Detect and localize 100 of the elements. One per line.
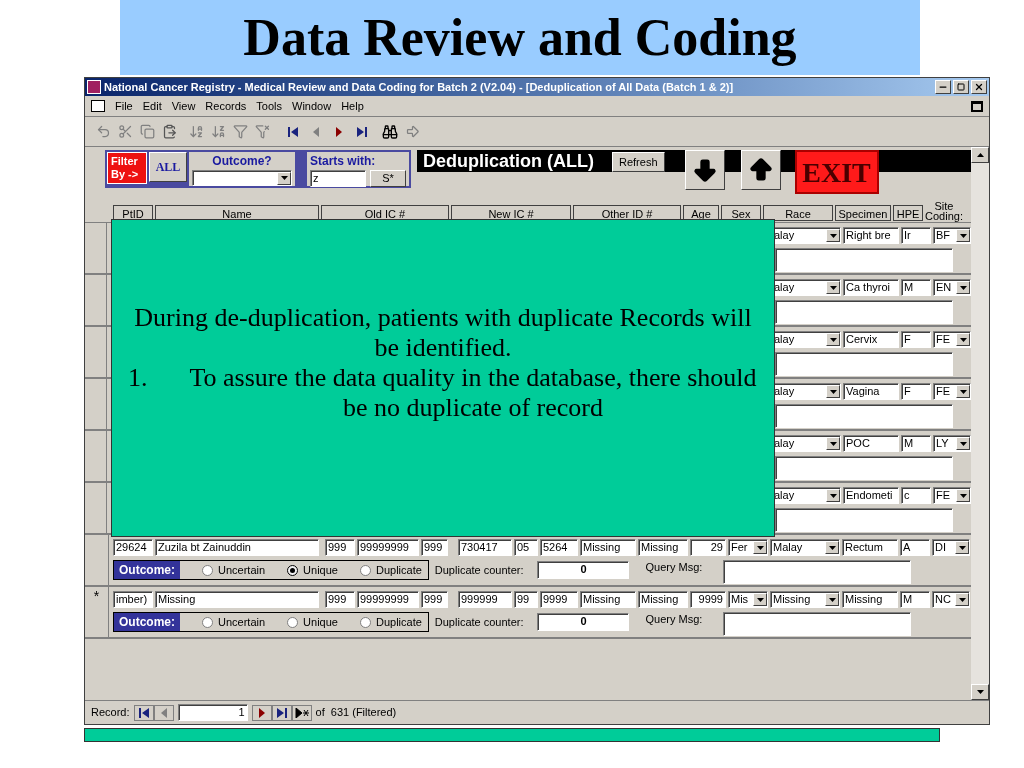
move-down-button[interactable] [684, 150, 725, 190]
race-dropdown[interactable]: Malay [770, 539, 840, 556]
first-record-icon[interactable] [287, 126, 299, 137]
move-up-button[interactable] [740, 150, 781, 190]
undo-icon[interactable] [96, 124, 111, 139]
menu-item[interactable]: Tools [256, 97, 282, 115]
scroll-up-icon[interactable] [971, 147, 989, 163]
specimen-field[interactable]: Cervix [843, 331, 899, 348]
menu-item[interactable]: View [171, 97, 196, 115]
hpe-field[interactable]: M [901, 279, 931, 296]
radio-button[interactable] [359, 564, 371, 576]
old-ic-field[interactable]: 99999999 [357, 539, 419, 556]
site-coding-dropdown[interactable]: FE [933, 383, 971, 400]
duplicate-counter-field[interactable]: 0 [537, 613, 630, 631]
minimize-button[interactable] [935, 80, 951, 94]
site-coding-dropdown[interactable]: NC [932, 591, 970, 608]
query-msg-field[interactable] [775, 352, 953, 376]
old-ic-field[interactable]: 999 [325, 539, 355, 556]
ptid-field[interactable]: 29624 [113, 539, 153, 556]
copy-icon[interactable] [140, 124, 155, 139]
record-number-field[interactable]: 1 [177, 704, 248, 721]
site-coding-dropdown[interactable]: EN [933, 279, 971, 296]
other-id-field[interactable]: Missing [580, 591, 636, 608]
old-ic-field[interactable]: 999 [325, 591, 355, 608]
starts-with-button[interactable]: S* [370, 170, 406, 187]
cut-icon[interactable] [118, 124, 133, 139]
hpe-field[interactable]: F [901, 331, 931, 348]
query-msg-field[interactable] [723, 560, 912, 584]
name-field[interactable]: Zuzila bt Zainuddin [155, 539, 319, 556]
radio-button[interactable] [287, 616, 299, 628]
sex-dropdown[interactable]: Mis [728, 591, 768, 608]
specimen-field[interactable]: Missing [842, 591, 898, 608]
query-msg-field[interactable] [723, 612, 912, 636]
new-ic-field[interactable]: 99 [514, 591, 538, 608]
ptid-field[interactable]: imber) [113, 591, 153, 608]
hpe-field[interactable]: M [901, 435, 931, 452]
menu-item[interactable]: File [115, 97, 133, 115]
scroll-down-icon[interactable] [971, 684, 989, 700]
query-msg-field[interactable] [775, 248, 953, 272]
other-id-field[interactable]: Missing [580, 539, 636, 556]
restore-button[interactable] [953, 80, 969, 94]
sort-ascending-icon[interactable] [189, 124, 204, 139]
refresh-button[interactable]: Refresh [612, 152, 665, 172]
last-record-icon[interactable] [356, 126, 368, 137]
hpe-field[interactable]: c [901, 487, 931, 504]
radio-button[interactable] [202, 616, 213, 628]
form-icon[interactable] [91, 100, 105, 112]
query-msg-field[interactable] [775, 404, 953, 428]
outcome-dropdown[interactable] [192, 170, 292, 186]
exit-button[interactable]: EXIT [794, 150, 879, 194]
all-button[interactable]: ALL [149, 152, 187, 182]
radio-button[interactable] [359, 616, 371, 628]
radio-button[interactable] [202, 564, 213, 576]
sex-dropdown[interactable]: Fer [728, 539, 768, 556]
hpe-field[interactable]: Ir [901, 227, 931, 244]
query-msg-field[interactable] [775, 456, 953, 480]
goto-icon[interactable] [405, 124, 420, 139]
name-field[interactable]: Missing [155, 591, 319, 608]
new-record-icon[interactable] [294, 707, 309, 718]
specimen-field[interactable]: Ca thyroi [843, 279, 899, 296]
age-field[interactable]: 9999 [690, 591, 726, 608]
specimen-field[interactable]: Endometi [843, 487, 899, 504]
site-coding-dropdown[interactable]: LY [933, 435, 971, 452]
vertical-scrollbar[interactable] [971, 147, 989, 700]
menu-item[interactable]: Help [341, 97, 364, 115]
new-ic-field[interactable]: 9999 [540, 591, 578, 608]
site-coding-dropdown[interactable]: FE [933, 487, 971, 504]
sort-descending-icon[interactable] [211, 124, 226, 139]
duplicate-counter-field[interactable]: 0 [537, 561, 630, 579]
last-record-icon[interactable] [275, 707, 288, 718]
old-ic-field[interactable]: 999 [421, 591, 448, 608]
specimen-field[interactable]: POC [843, 435, 899, 452]
hpe-field[interactable]: M [900, 591, 930, 608]
new-ic-field[interactable]: 05 [514, 539, 538, 556]
site-coding-dropdown[interactable]: BF [933, 227, 971, 244]
hpe-field[interactable]: F [901, 383, 931, 400]
specimen-field[interactable]: Vagina [843, 383, 899, 400]
menu-item[interactable]: Window [292, 97, 332, 115]
hpe-field[interactable]: A [900, 539, 930, 556]
age-field[interactable]: 29 [690, 539, 726, 556]
old-ic-field[interactable]: 99999999 [357, 591, 419, 608]
specimen-field[interactable]: Right bre [843, 227, 899, 244]
find-icon[interactable] [382, 123, 398, 140]
new-ic-field[interactable]: 730417 [458, 539, 512, 556]
old-ic-field[interactable]: 999 [421, 539, 448, 556]
menu-item[interactable]: Records [205, 97, 247, 115]
radio-button[interactable] [287, 564, 299, 576]
paste-icon[interactable] [162, 124, 177, 139]
site-coding-dropdown[interactable]: FE [933, 331, 971, 348]
query-msg-field[interactable] [775, 508, 953, 532]
restore-icon[interactable] [971, 100, 983, 112]
specimen-field[interactable]: Rectum [842, 539, 898, 556]
starts-with-field[interactable]: z [310, 170, 366, 187]
race-dropdown[interactable]: Missing [770, 591, 840, 608]
other-id-field[interactable]: Missing [638, 539, 688, 556]
first-record-icon[interactable] [137, 707, 150, 718]
close-button[interactable] [971, 80, 987, 94]
menu-item[interactable]: Edit [142, 97, 162, 115]
site-coding-dropdown[interactable]: DI [932, 539, 970, 556]
new-ic-field[interactable]: 999999 [458, 591, 512, 608]
